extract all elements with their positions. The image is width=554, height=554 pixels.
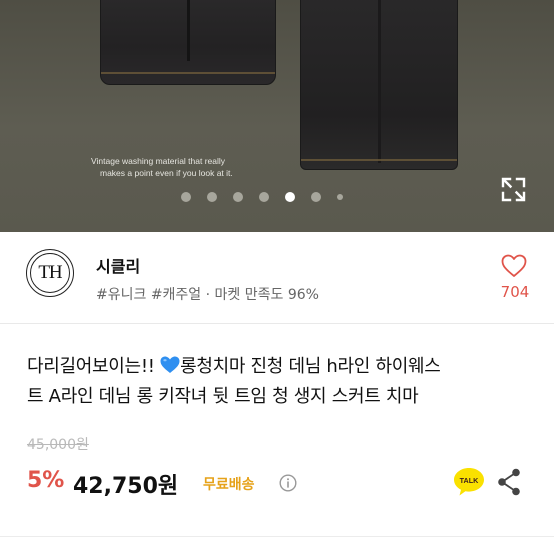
kakao-talk-icon[interactable]: TALK: [452, 466, 486, 498]
like-count: 704: [500, 283, 530, 301]
seller-section[interactable]: [0, 232, 554, 324]
carousel-pagination: [181, 192, 359, 202]
discount-rate: 5%: [27, 468, 65, 493]
talk-label: TALK: [460, 476, 479, 485]
skirt-hem-stitch: [101, 72, 275, 74]
image-caption-line-1: Vintage washing material that really: [91, 156, 226, 166]
denim-skirt-front-image: [100, 0, 276, 85]
skirt-hem-stitch: [301, 159, 457, 161]
share-icon[interactable]: [496, 467, 522, 497]
free-shipping-badge: 무료배송: [203, 477, 255, 493]
carousel-dot-6[interactable]: [311, 192, 321, 202]
blue-heart-emoji-icon: [160, 356, 180, 373]
sale-price: 42,750원: [73, 474, 179, 499]
original-price: 45,000원: [27, 437, 89, 453]
image-caption: Vintage washing material that really mak…: [91, 155, 291, 179]
carousel-dot-3[interactable]: [233, 192, 243, 202]
seller-logo-inner: TH: [30, 253, 70, 293]
denim-skirt-back-image: [300, 0, 458, 170]
skirt-slit: [187, 0, 190, 61]
product-title-suffix: 롱청치마 진청 데님 h라인 하이웨스: [180, 356, 441, 377]
seller-name[interactable]: 시클리: [96, 253, 140, 277]
product-title-line-1: 다리길어보이는!! 롱청치마 진청 데님 h라인 하이웨스: [27, 352, 532, 382]
seller-tags: #유니크 #캐주얼 · 마켓 만족도 96%: [96, 287, 319, 303]
expand-icon[interactable]: [501, 177, 526, 202]
heart-icon[interactable]: [501, 254, 527, 278]
carousel-dot-4[interactable]: [259, 192, 269, 202]
seller-logo[interactable]: TH: [26, 249, 74, 297]
product-image-carousel[interactable]: Vintage washing material that really mak…: [0, 0, 554, 232]
carousel-dot-5-active[interactable]: [285, 192, 295, 202]
carousel-dot-1[interactable]: [181, 192, 191, 202]
product-title-prefix: 다리길어보이는!!: [27, 356, 161, 377]
product-title-line-2: 트 A라인 데님 롱 키작녀 뒷 트임 청 생지 스커트 치마: [27, 386, 419, 407]
section-divider: [0, 536, 554, 537]
skirt-slit: [378, 0, 381, 163]
info-icon[interactable]: [279, 474, 297, 492]
product-title: 다리길어보이는!! 롱청치마 진청 데님 h라인 하이웨스 트 A라인 데님 롱…: [27, 352, 532, 412]
carousel-dot-7[interactable]: [337, 194, 343, 200]
carousel-dot-2[interactable]: [207, 192, 217, 202]
image-caption-line-2: makes a point even if you look at it.: [100, 168, 233, 178]
